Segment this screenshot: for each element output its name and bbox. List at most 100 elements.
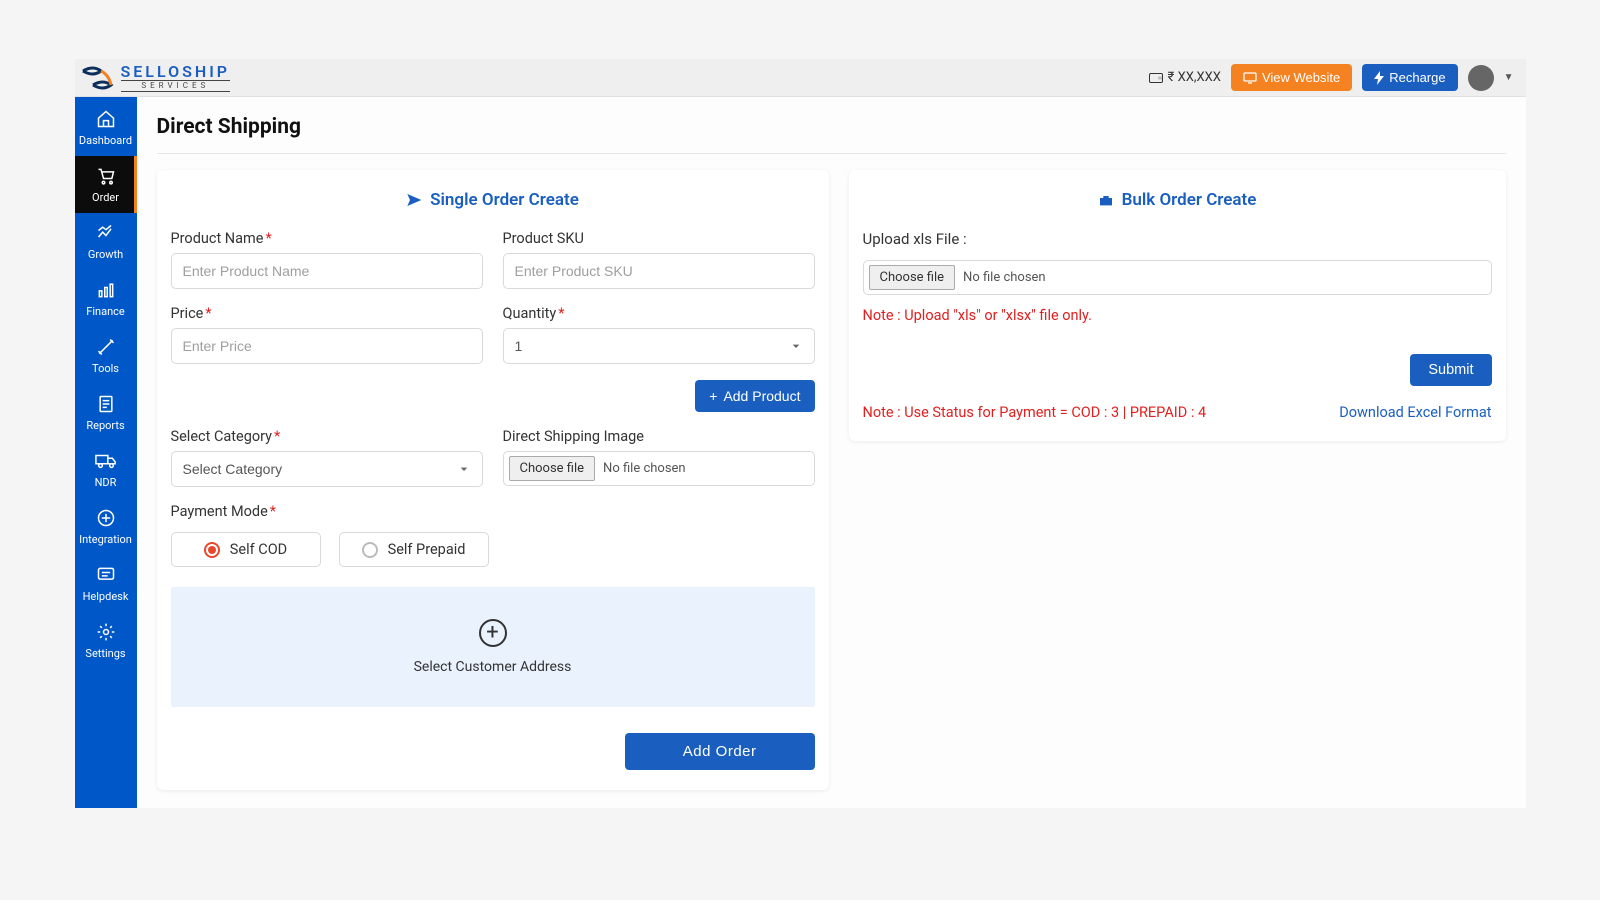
sidebar-item-order[interactable]: Order: [75, 156, 137, 213]
add-product-button[interactable]: + Add Product: [695, 380, 814, 412]
sidebar-item-label: NDR: [95, 476, 117, 489]
single-order-title-text: Single Order Create: [430, 190, 579, 210]
sidebar-item-ndr[interactable]: NDR: [75, 441, 137, 498]
shipping-image-choose-button[interactable]: Choose file: [509, 456, 596, 481]
plus-icon: +: [709, 388, 717, 404]
payment-mode-radios: Self COD Self Prepaid: [171, 532, 815, 567]
single-order-card: Single Order Create Product Name* Produc…: [157, 170, 829, 790]
brand-text: SELLOSHIP SERVICES: [121, 64, 231, 92]
shipping-image-filename: No file chosen: [603, 461, 686, 476]
add-product-label: Add Product: [723, 388, 800, 404]
label-product-name: Product Name*: [171, 230, 483, 247]
sidebar-item-label: Dashboard: [79, 134, 132, 147]
cart-icon: [95, 165, 117, 187]
wallet-balance[interactable]: ₹ XX,XXX: [1149, 70, 1221, 85]
recharge-label: Recharge: [1389, 70, 1445, 85]
truck-icon: [95, 450, 117, 472]
category-select[interactable]: Select Category: [171, 451, 483, 487]
sidebar-item-reports[interactable]: Reports: [75, 384, 137, 441]
product-name-input[interactable]: [171, 253, 483, 289]
sidebar-item-helpdesk[interactable]: Helpdesk: [75, 555, 137, 612]
wallet-icon: [1149, 72, 1163, 84]
recharge-button[interactable]: Recharge: [1362, 64, 1457, 91]
chat-icon: [95, 564, 117, 586]
bulk-note-status: Note : Use Status for Payment = COD : 3 …: [863, 404, 1207, 421]
bulk-order-title-text: Bulk Order Create: [1122, 190, 1257, 210]
label-category: Select Category*: [171, 428, 483, 445]
bulk-upload-label: Upload xls File :: [863, 230, 1492, 248]
group-product-name: Product Name*: [171, 230, 483, 289]
plus-circle-icon: [95, 507, 117, 529]
row-category-image: Select Category* Select Category Direct …: [171, 428, 815, 487]
reports-icon: [95, 393, 117, 415]
label-price: Price*: [171, 305, 483, 322]
radio-self-prepaid[interactable]: Self Prepaid: [339, 532, 489, 567]
sidebar-item-settings[interactable]: Settings: [75, 612, 137, 669]
radio-self-cod[interactable]: Self COD: [171, 532, 321, 567]
sidebar-item-label: Integration: [79, 533, 132, 546]
row-name-sku: Product Name* Product SKU: [171, 230, 815, 289]
sidebar-item-dashboard[interactable]: Dashboard: [75, 99, 137, 156]
address-cta-label: Select Customer Address: [414, 659, 572, 675]
add-order-button[interactable]: Add Order: [625, 733, 815, 770]
sidebar-item-growth[interactable]: Growth: [75, 213, 137, 270]
page-title-row: Direct Shipping: [157, 97, 1506, 154]
select-customer-address[interactable]: + Select Customer Address: [171, 587, 815, 707]
topbar-right: ₹ XX,XXX View Website Recharge ▼: [1149, 64, 1514, 91]
plus-circle-icon: +: [479, 619, 507, 647]
bulk-submit-button[interactable]: Submit: [1410, 354, 1491, 386]
sidebar-item-label: Settings: [85, 647, 125, 660]
bulk-choose-button[interactable]: Choose file: [869, 265, 956, 290]
sidebar-item-label: Finance: [86, 305, 124, 318]
price-input[interactable]: [171, 328, 483, 364]
brand-mark-icon: [79, 64, 115, 92]
sidebar-item-label: Tools: [92, 362, 119, 375]
bolt-icon: [1374, 71, 1384, 85]
download-excel-format-link[interactable]: Download Excel Format: [1339, 404, 1491, 421]
cards-row: Single Order Create Product Name* Produc…: [157, 170, 1506, 790]
group-product-sku: Product SKU: [503, 230, 815, 289]
group-quantity: Quantity* 1: [503, 305, 815, 364]
group-price: Price*: [171, 305, 483, 364]
app-root: SELLOSHIP SERVICES ₹ XX,XXX View Website…: [75, 59, 1526, 808]
single-order-title: Single Order Create: [171, 190, 815, 210]
wallet-amount: ₹ XX,XXX: [1168, 70, 1221, 85]
bulk-filename: No file chosen: [963, 270, 1046, 285]
home-icon: [95, 108, 117, 130]
shipping-image-file[interactable]: Choose file No file chosen: [503, 451, 815, 486]
view-website-label: View Website: [1262, 70, 1340, 85]
bulk-submit-label: Submit: [1428, 362, 1473, 378]
profile-caret-icon[interactable]: ▼: [1504, 72, 1514, 83]
bulk-file[interactable]: Choose file No file chosen: [863, 260, 1492, 295]
label-quantity: Quantity*: [503, 305, 815, 322]
page-title: Direct Shipping: [157, 115, 1506, 139]
label-shipping-image: Direct Shipping Image: [503, 428, 815, 445]
sidebar-item-tools[interactable]: Tools: [75, 327, 137, 384]
radio-prepaid-label: Self Prepaid: [388, 541, 466, 558]
add-product-row: + Add Product: [171, 380, 815, 412]
tools-icon: [95, 336, 117, 358]
gear-icon: [95, 621, 117, 643]
product-sku-input[interactable]: [503, 253, 815, 289]
bulk-bottom-row: Note : Use Status for Payment = COD : 3 …: [863, 404, 1492, 421]
sidebar-item-integration[interactable]: Integration: [75, 498, 137, 555]
quantity-select[interactable]: 1: [503, 328, 815, 364]
group-shipping-image: Direct Shipping Image Choose file No fil…: [503, 428, 815, 487]
sidebar-item-label: Reports: [86, 419, 124, 432]
brand-logo[interactable]: SELLOSHIP SERVICES: [79, 64, 231, 92]
bulk-note-filetype: Note : Upload "xls" or "xlsx" file only.: [863, 307, 1492, 324]
sidebar-item-finance[interactable]: Finance: [75, 270, 137, 327]
bulk-order-card: Bulk Order Create Upload xls File : Choo…: [849, 170, 1506, 441]
finance-icon: [95, 279, 117, 301]
view-website-button[interactable]: View Website: [1231, 64, 1352, 91]
brand-name: SELLOSHIP: [121, 64, 231, 80]
group-category: Select Category* Select Category: [171, 428, 483, 487]
sidebar-item-label: Order: [92, 191, 119, 204]
brand-sub: SERVICES: [121, 80, 231, 92]
radio-dot-icon: [204, 542, 220, 558]
group-payment-mode: Payment Mode* Self COD Self Prepaid: [171, 503, 815, 567]
monitor-icon: [1243, 72, 1257, 84]
row-price-qty: Price* Quantity* 1: [171, 305, 815, 364]
avatar[interactable]: [1468, 65, 1494, 91]
sidebar-item-label: Growth: [88, 248, 123, 261]
